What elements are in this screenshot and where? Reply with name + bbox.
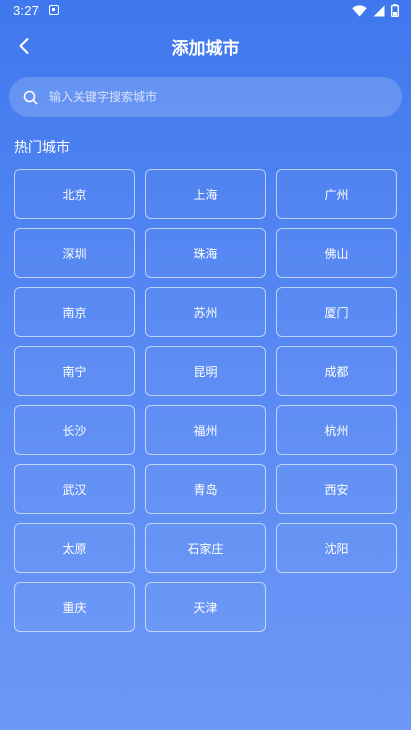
wifi-icon: [352, 4, 367, 16]
city-button-foshan[interactable]: 佛山: [276, 228, 397, 278]
city-button-guangzhou[interactable]: 广州: [276, 169, 397, 219]
battery-icon: [391, 4, 399, 17]
signal-icon: [373, 5, 385, 16]
city-button-suzhou[interactable]: 苏州: [145, 287, 266, 337]
hot-cities-title: 热门城市: [14, 140, 70, 156]
status-time: 3:27: [13, 3, 40, 18]
status-icons: [352, 4, 399, 17]
app-header: 添加城市: [0, 28, 411, 64]
city-button-beijing[interactable]: 北京: [14, 169, 135, 219]
city-button-qingdao[interactable]: 青岛: [145, 464, 266, 514]
city-button-shenzhen[interactable]: 深圳: [14, 228, 135, 278]
page-title: 添加城市: [171, 39, 240, 59]
city-button-changsha[interactable]: 长沙: [14, 405, 135, 455]
city-button-xiamen[interactable]: 厦门: [276, 287, 397, 337]
notification-icon: [49, 5, 59, 15]
city-button-hangzhou[interactable]: 杭州: [276, 405, 397, 455]
city-button-fuzhou[interactable]: 福州: [145, 405, 266, 455]
search-box[interactable]: [9, 77, 402, 117]
city-button-kunming[interactable]: 昆明: [145, 346, 266, 396]
city-button-tianjin[interactable]: 天津: [145, 582, 266, 632]
city-button-zhuhai[interactable]: 珠海: [145, 228, 266, 278]
city-button-shanghai[interactable]: 上海: [145, 169, 266, 219]
city-button-chengdu[interactable]: 成都: [276, 346, 397, 396]
city-button-nanning[interactable]: 南宁: [14, 346, 135, 396]
city-button-shijiazhuang[interactable]: 石家庄: [145, 523, 266, 573]
hot-cities-grid: 北京 上海 广州 深圳 珠海 佛山 南京 苏州 厦门 南宁 昆明 成都 长沙 福…: [14, 169, 398, 632]
status-bar: 3:27: [0, 0, 411, 24]
city-button-xian[interactable]: 西安: [276, 464, 397, 514]
search-icon: [22, 89, 38, 105]
city-button-wuhan[interactable]: 武汉: [14, 464, 135, 514]
city-button-taiyuan[interactable]: 太原: [14, 523, 135, 573]
search-input[interactable]: [47, 89, 371, 105]
city-button-nanjing[interactable]: 南京: [14, 287, 135, 337]
city-button-chongqing[interactable]: 重庆: [14, 582, 135, 632]
city-button-shenyang[interactable]: 沈阳: [276, 523, 397, 573]
